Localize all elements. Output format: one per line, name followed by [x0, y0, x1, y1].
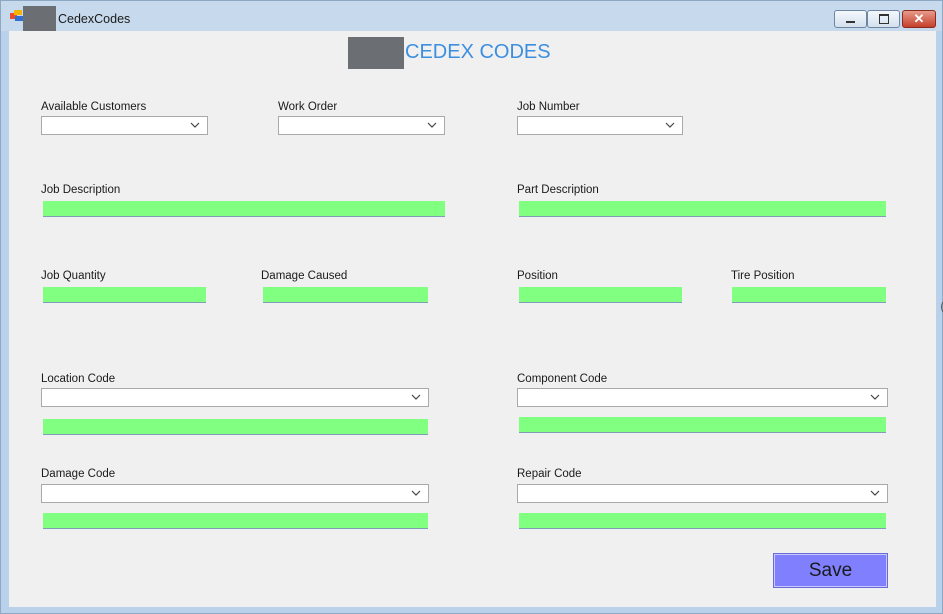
damage-code-label: Damage Code [41, 468, 116, 480]
job-quantity-label: Job Quantity [41, 270, 106, 282]
location-code-text-field[interactable] [43, 419, 428, 435]
part-description-field[interactable] [519, 201, 886, 217]
minimize-button[interactable] [834, 10, 867, 28]
tire-position-label: Tire Position [731, 270, 795, 282]
app-icon [10, 10, 24, 22]
chevron-down-icon [665, 122, 675, 128]
maximize-icon [868, 11, 899, 27]
save-button[interactable]: Save [773, 553, 888, 588]
chevron-down-icon [411, 490, 421, 496]
damage-caused-field[interactable] [263, 287, 428, 303]
component-code-text-field[interactable] [519, 417, 886, 433]
location-code-dropdown[interactable] [41, 388, 429, 407]
chevron-down-icon [190, 122, 200, 128]
component-code-label: Component Code [517, 373, 608, 385]
job-description-field[interactable] [43, 201, 445, 217]
available-customers-dropdown[interactable] [41, 116, 208, 135]
title-bar[interactable]: CedexCodes ✕ [1, 1, 942, 32]
window-title: CedexCodes [58, 12, 131, 26]
position-field[interactable] [519, 287, 682, 303]
job-quantity-field[interactable] [43, 287, 206, 303]
page-title: CEDEX CODES [405, 41, 551, 63]
redacted-block [23, 6, 56, 32]
job-number-label: Job Number [517, 101, 580, 113]
minimize-icon [835, 11, 866, 27]
chevron-down-icon [870, 394, 880, 400]
component-code-dropdown[interactable] [517, 388, 888, 407]
close-icon: ✕ [913, 11, 925, 26]
redacted-logo [348, 37, 404, 69]
job-number-dropdown[interactable] [517, 116, 683, 135]
job-description-label: Job Description [41, 184, 121, 196]
window-edge-marker [941, 301, 943, 313]
available-customers-label: Available Customers [41, 101, 147, 113]
chevron-down-icon [870, 490, 880, 496]
maximize-button[interactable] [867, 10, 900, 28]
close-button[interactable]: ✕ [902, 10, 936, 28]
location-code-label: Location Code [41, 373, 116, 385]
chevron-down-icon [427, 122, 437, 128]
repair-code-label: Repair Code [517, 468, 582, 480]
position-label: Position [517, 270, 558, 282]
chevron-down-icon [411, 394, 421, 400]
work-order-label: Work Order [278, 101, 338, 113]
damage-code-text-field[interactable] [43, 513, 428, 529]
work-order-dropdown[interactable] [278, 116, 445, 135]
damage-caused-label: Damage Caused [261, 270, 348, 282]
damage-code-dropdown[interactable] [41, 484, 429, 503]
part-description-label: Part Description [517, 184, 599, 196]
tire-position-field[interactable] [732, 287, 886, 303]
app-window: CedexCodes ✕ CEDEX CODES Available Custo… [0, 0, 943, 614]
repair-code-dropdown[interactable] [517, 484, 888, 503]
repair-code-text-field[interactable] [519, 513, 886, 529]
